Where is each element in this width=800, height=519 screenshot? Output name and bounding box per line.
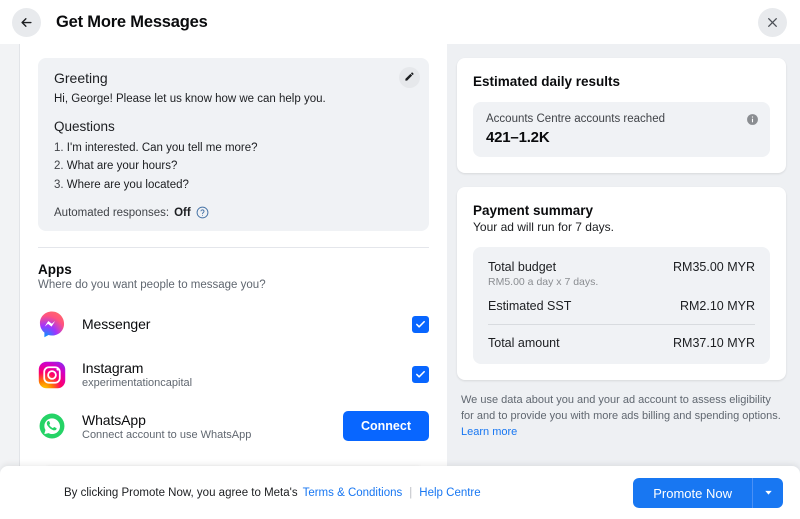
automated-responses-value: Off: [174, 206, 191, 219]
promote-now-button[interactable]: Promote Now: [633, 478, 752, 508]
page-title: Get More Messages: [56, 12, 208, 31]
arrow-left-icon: [19, 15, 34, 30]
payment-row: Estimated SST RM2.10 MYR: [488, 299, 755, 313]
estimated-results-title: Estimated daily results: [473, 74, 621, 89]
app-subtitle: Connect account to use WhatsApp: [82, 428, 252, 441]
payment-rows-container: Total budget RM35.00 MYR RM5.00 a day x …: [473, 247, 770, 364]
payment-row-note: RM5.00 a day x 7 days.: [488, 276, 599, 288]
payment-row-label: Estimated SST: [488, 299, 572, 313]
summary-column: Estimated daily results Accounts Centre …: [457, 44, 800, 476]
payment-summary-card: Payment summary Your ad will run for 7 d…: [457, 187, 786, 380]
dialog-footer: By clicking Promote Now, you agree to Me…: [0, 466, 800, 519]
promote-options-dropdown-button[interactable]: [752, 478, 783, 508]
payment-summary-title: Payment summary: [473, 203, 594, 218]
app-meta: WhatsApp Connect account to use WhatsApp: [82, 412, 343, 441]
app-row-whatsapp[interactable]: WhatsApp Connect account to use WhatsApp…: [20, 400, 447, 452]
estimated-daily-results-card: Estimated daily results Accounts Centre …: [457, 58, 786, 173]
close-button[interactable]: [758, 8, 787, 37]
payment-row-value: RM2.10 MYR: [679, 299, 755, 313]
billing-disclaimer-text: We use data about you and your ad accoun…: [461, 394, 781, 422]
apps-subtitle: Where do you want people to message you?: [38, 279, 266, 292]
app-subtitle: experimentationcapital: [82, 377, 193, 390]
dialog-body: Greeting Hi, George! Please let us know …: [0, 44, 800, 519]
app-name: WhatsApp: [82, 411, 146, 428]
payment-row-label: Total amount: [488, 336, 560, 350]
terms-and-conditions-link[interactable]: Terms & Conditions: [303, 487, 403, 499]
greeting-title: Greeting: [54, 70, 108, 86]
question-number: 1.: [54, 142, 64, 155]
payment-divider: [488, 324, 755, 325]
app-row-instagram[interactable]: Instagram experimentationcapital: [20, 349, 447, 400]
app-row-messenger[interactable]: Messenger: [20, 299, 447, 349]
info-circle-icon[interactable]: [746, 113, 759, 126]
chevron-down-icon: [763, 486, 774, 501]
billing-disclaimer-learn-more-link[interactable]: Learn more: [461, 426, 517, 438]
question-mark-circle-icon[interactable]: [196, 206, 209, 219]
promote-button-group: Promote Now: [633, 478, 783, 508]
pencil-icon: [404, 70, 415, 85]
promote-ad-dialog: Get More Messages Greeting Hi, George! P…: [0, 0, 800, 519]
question-item: 1. I'm interested. Can you tell me more?: [54, 139, 415, 157]
payment-summary-subtitle: Your ad will run for 7 days.: [473, 220, 614, 234]
footer-prefix: By clicking Promote Now, you agree to Me…: [64, 486, 298, 499]
instagram-checkbox[interactable]: [412, 366, 429, 384]
automated-responses-row: Automated responses: Off: [54, 206, 415, 219]
greeting-text: Hi, George! Please let us know how we ca…: [54, 93, 326, 105]
app-name: Instagram: [82, 360, 144, 377]
question-text: I'm interested. Can you tell me more?: [66, 142, 258, 155]
edit-greeting-button[interactable]: [399, 67, 420, 88]
estimated-results-metric: Accounts Centre accounts reached 421–1.2…: [473, 102, 770, 157]
apps-section-header: Apps Where do you want people to message…: [20, 248, 447, 291]
question-text: What are your hours?: [66, 160, 178, 173]
payment-row-label: Total budget: [488, 260, 557, 274]
payment-row-total: Total amount RM37.10 MYR: [488, 336, 755, 350]
instagram-icon: [38, 361, 66, 389]
payment-row-value: RM35.00 MYR: [673, 260, 755, 274]
payment-row: Total budget RM35.00 MYR: [488, 260, 755, 274]
app-meta: Instagram experimentationcapital: [82, 360, 412, 389]
question-text: Where are you located?: [66, 178, 189, 191]
apps-title: Apps: [38, 262, 72, 278]
whatsapp-icon: [38, 412, 66, 440]
connect-whatsapp-button[interactable]: Connect: [343, 411, 429, 442]
footer-separator: |: [409, 486, 413, 499]
question-item: 3. Where are you located?: [54, 176, 415, 194]
messenger-icon: [38, 310, 66, 338]
metric-label: Accounts Centre accounts reached: [486, 113, 665, 125]
close-icon: [766, 16, 779, 29]
metric-value: 421–1.2K: [486, 129, 550, 146]
messenger-checkbox[interactable]: [412, 315, 429, 333]
automated-responses-label: Automated responses:: [54, 206, 170, 219]
back-button[interactable]: [12, 7, 41, 37]
help-centre-link[interactable]: Help Centre: [419, 487, 480, 499]
left-rail: [0, 44, 20, 476]
question-number: 2.: [54, 160, 64, 173]
question-number: 3.: [54, 178, 64, 191]
billing-disclaimer: We use data about you and your ad accoun…: [461, 393, 782, 441]
question-item: 2. What are your hours?: [54, 157, 415, 175]
dialog-header: Get More Messages: [0, 0, 800, 44]
footer-legal-text: By clicking Promote Now, you agree to Me…: [64, 487, 481, 499]
app-meta: Messenger: [82, 316, 412, 332]
questions-title: Questions: [54, 119, 115, 135]
app-name: Messenger: [82, 316, 151, 333]
payment-row-value: RM37.10 MYR: [673, 336, 755, 350]
ad-setup-column: Greeting Hi, George! Please let us know …: [20, 44, 447, 519]
greeting-card: Greeting Hi, George! Please let us know …: [38, 58, 429, 232]
